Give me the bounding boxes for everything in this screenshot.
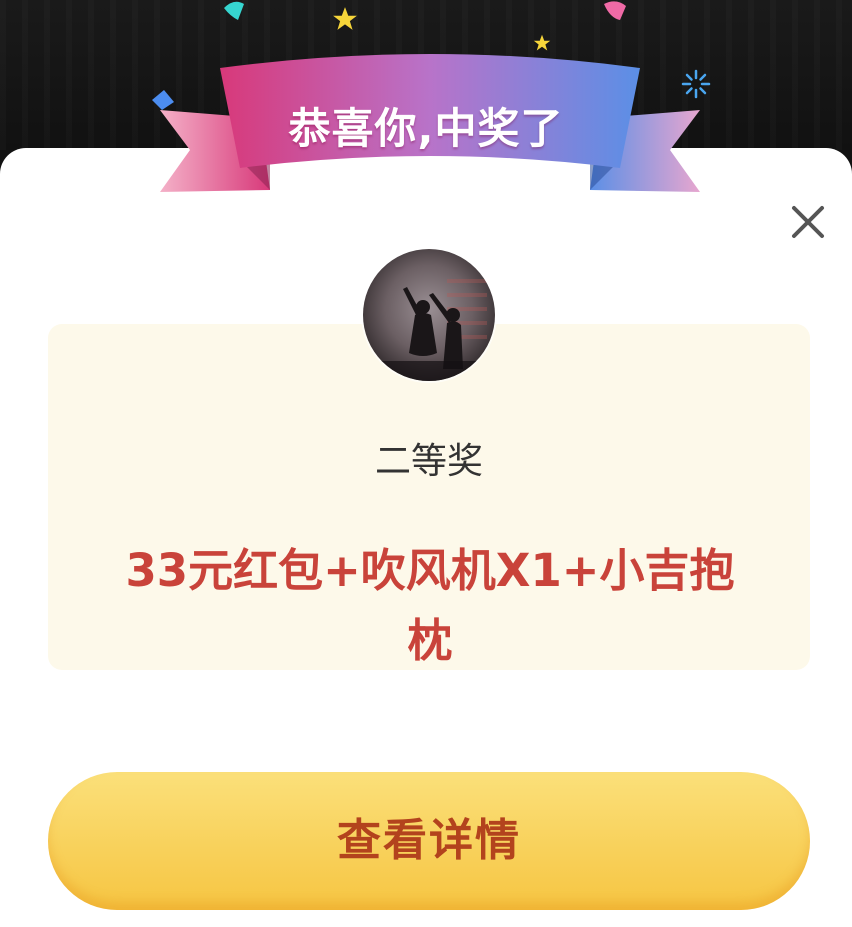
- star-icon: [333, 7, 357, 30]
- prize-description: 33元红包+吹风机X1+小吉抱枕: [125, 544, 735, 667]
- avatar-image: [363, 249, 495, 381]
- banner-title: 恭喜你,中奖了: [288, 104, 564, 153]
- prize-level: 二等奖: [374, 441, 483, 482]
- confetti-icon: [224, 1, 244, 20]
- confetti-icon: [604, 1, 626, 20]
- view-details-button[interactable]: 查看详情: [48, 772, 810, 910]
- close-icon[interactable]: [786, 200, 830, 244]
- star-icon: [533, 34, 551, 51]
- prize-dialog-screen: 恭喜你,中奖了 二等奖 33元红包+吹风机X1+小吉抱枕 查看详情: [0, 0, 852, 927]
